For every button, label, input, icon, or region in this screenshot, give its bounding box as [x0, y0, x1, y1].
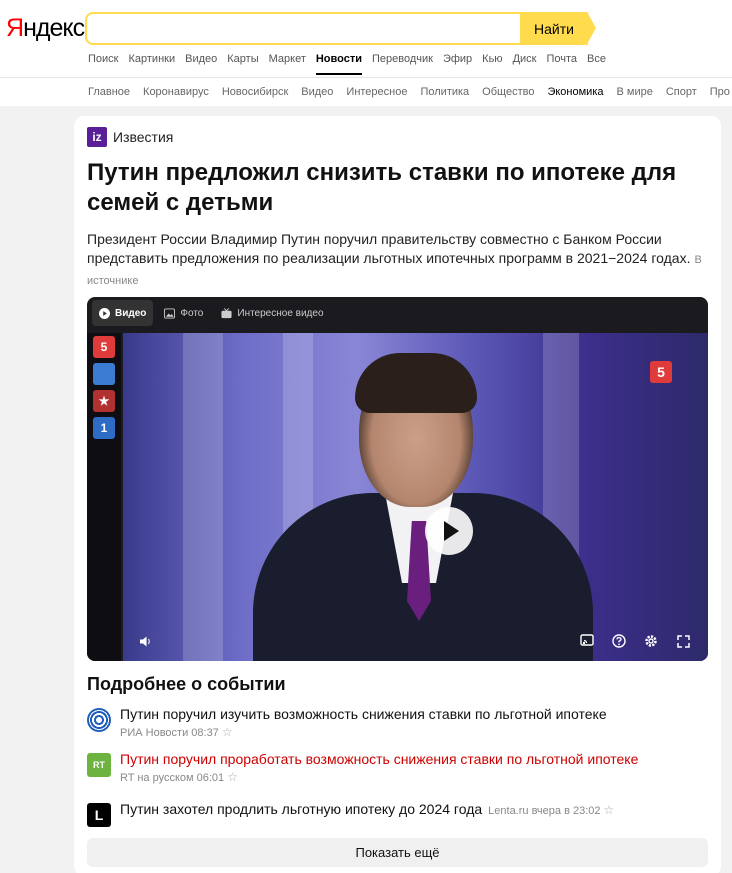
article-lead: Президент России Владимир Путин поручил …: [87, 231, 702, 287]
yandex-logo[interactable]: Яндекс: [6, 14, 85, 43]
cast-icon[interactable]: [579, 633, 595, 649]
fullscreen-icon[interactable]: [675, 633, 691, 649]
settings-gear-icon[interactable]: [643, 633, 659, 649]
player-tabs: Видео Фото Интересное видео: [92, 300, 331, 326]
tv-icon: [221, 307, 232, 318]
related-news-meta: РИА Новости 08:37 ☆: [120, 725, 233, 739]
star-icon[interactable]: ☆: [604, 803, 615, 817]
scrollbar[interactable]: [722, 116, 732, 873]
search-input[interactable]: [85, 12, 522, 45]
service-mail[interactable]: Почта: [546, 53, 577, 75]
service-maps[interactable]: Карты: [227, 53, 258, 75]
service-q[interactable]: Кью: [482, 53, 502, 75]
rubric-covid[interactable]: Коронавирус: [143, 86, 209, 98]
rubric-world[interactable]: В мире: [616, 86, 652, 98]
ria-logo-icon: [87, 708, 111, 732]
izvestia-logo-icon: iz: [87, 127, 107, 147]
header: Яндекс Найти Поиск Картинки Видео Карты …: [0, 0, 732, 77]
source-name[interactable]: Известия: [113, 129, 173, 145]
search-button[interactable]: Найти: [520, 12, 588, 45]
rubric-sport[interactable]: Спорт: [666, 86, 697, 98]
search-button-arrow: [587, 12, 596, 44]
service-disk[interactable]: Диск: [513, 53, 537, 75]
volume-icon[interactable]: [137, 633, 153, 649]
tab-video[interactable]: Видео: [92, 300, 154, 326]
article-source[interactable]: iz Известия: [87, 127, 173, 147]
rubric-video[interactable]: Видео: [301, 86, 333, 98]
related-news-title[interactable]: Путин поручил изучить возможность снижен…: [120, 706, 607, 722]
related-news-title[interactable]: Путин захотел продлить льготную ипотеку …: [120, 801, 614, 817]
rubric-main[interactable]: Главное: [88, 86, 130, 98]
channel-star-icon[interactable]: ★: [93, 390, 115, 412]
service-images[interactable]: Картинки: [128, 53, 175, 75]
video-frame[interactable]: 5: [123, 333, 708, 661]
services-nav: Поиск Картинки Видео Карты Маркет Новост…: [88, 53, 616, 75]
service-all[interactable]: Все: [587, 53, 606, 75]
video-player[interactable]: Видео Фото Интересное видео 5 ★ 1 5: [87, 297, 708, 661]
image-icon: [164, 307, 176, 319]
rubric-interesting[interactable]: Интересное: [346, 86, 407, 98]
channel-1-icon[interactable]: 1: [93, 417, 115, 439]
help-icon[interactable]: [611, 633, 627, 649]
star-icon[interactable]: ☆: [227, 770, 238, 784]
search-bar: Найти: [85, 12, 596, 45]
presenter-hair: [355, 353, 477, 413]
service-market[interactable]: Маркет: [269, 53, 306, 75]
rubric-novosibirsk[interactable]: Новосибирск: [222, 86, 288, 98]
rubric-politics[interactable]: Политика: [420, 86, 469, 98]
tab-photo[interactable]: Фото: [157, 300, 210, 326]
article-title[interactable]: Путин предложил снизить ставки по ипотек…: [87, 158, 697, 218]
article-card: iz Известия Путин предложил снизить став…: [74, 116, 721, 873]
more-about-event-title: Подробнее о событии: [87, 674, 286, 694]
channel-5-watermark-icon: 5: [650, 361, 672, 383]
rubrics-nav: Главное Коронавирус Новосибирск Видео Ин…: [0, 78, 732, 106]
rubric-economy[interactable]: Экономика: [547, 86, 603, 98]
tab-interesting-video[interactable]: Интересное видео: [214, 300, 330, 326]
service-search[interactable]: Поиск: [88, 53, 118, 75]
play-circle-icon: [99, 307, 110, 319]
channel-blue-icon[interactable]: [93, 363, 115, 385]
play-button[interactable]: [425, 507, 473, 555]
rt-logo-icon: RT: [87, 753, 111, 777]
channel-list: 5 ★ 1: [87, 333, 121, 661]
service-efir[interactable]: Эфир: [443, 53, 472, 75]
channel-5-icon[interactable]: 5: [93, 336, 115, 358]
related-news-title[interactable]: Путин поручил проработать возможность сн…: [120, 751, 638, 767]
service-news[interactable]: Новости: [315, 53, 362, 75]
service-video[interactable]: Видео: [185, 53, 217, 75]
show-more-button[interactable]: Показать ещё: [87, 838, 708, 867]
rubric-society[interactable]: Общество: [482, 86, 534, 98]
lenta-logo-icon: L: [87, 803, 111, 827]
service-translate[interactable]: Переводчик: [372, 53, 433, 75]
related-news-meta: Lenta.ru вчера в 23:02: [488, 805, 601, 817]
related-news-meta: RT на русском 06:01 ☆: [120, 770, 238, 784]
rubric-more[interactable]: Про: [710, 86, 730, 98]
studio-light: [183, 333, 223, 661]
star-icon[interactable]: ☆: [222, 725, 233, 739]
